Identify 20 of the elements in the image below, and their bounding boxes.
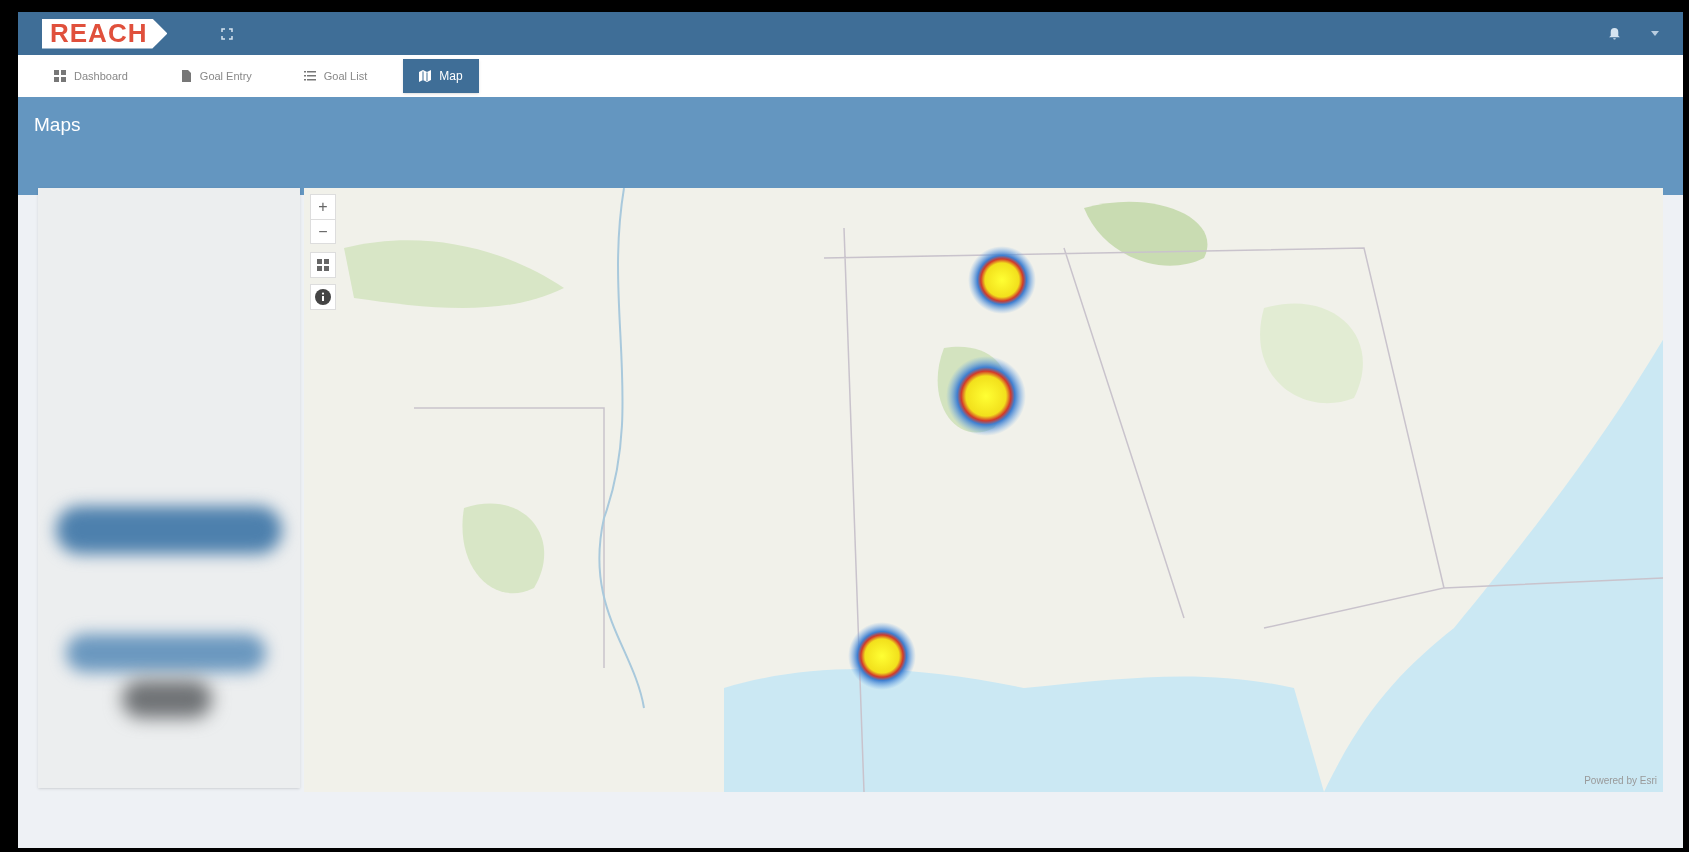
map-icon	[419, 70, 432, 82]
list-icon	[303, 70, 316, 82]
nav-tab[interactable]: Map	[403, 59, 479, 93]
page-title: Maps	[34, 113, 82, 137]
zoom-out-button[interactable]: −	[310, 219, 335, 243]
nav-tab[interactable]: Goal List	[287, 59, 384, 93]
document-icon	[179, 70, 192, 82]
grid-icon	[54, 70, 66, 82]
qr-code-button[interactable]	[309, 252, 336, 278]
nav-tab[interactable]: Goal Entry	[163, 59, 268, 93]
zoom-in-button[interactable]: +	[310, 195, 335, 219]
logo: REACH	[42, 18, 168, 49]
grid-icon	[316, 259, 329, 271]
fullscreen-icon[interactable]	[221, 27, 234, 40]
info-button[interactable]	[309, 284, 336, 310]
map-attribution: Powered by Esri	[1584, 774, 1657, 788]
info-icon	[314, 289, 331, 305]
bell-icon[interactable]	[1608, 27, 1621, 40]
nav-tab[interactable]: Dashboard	[38, 59, 144, 93]
caret-icon[interactable]	[1651, 31, 1659, 36]
